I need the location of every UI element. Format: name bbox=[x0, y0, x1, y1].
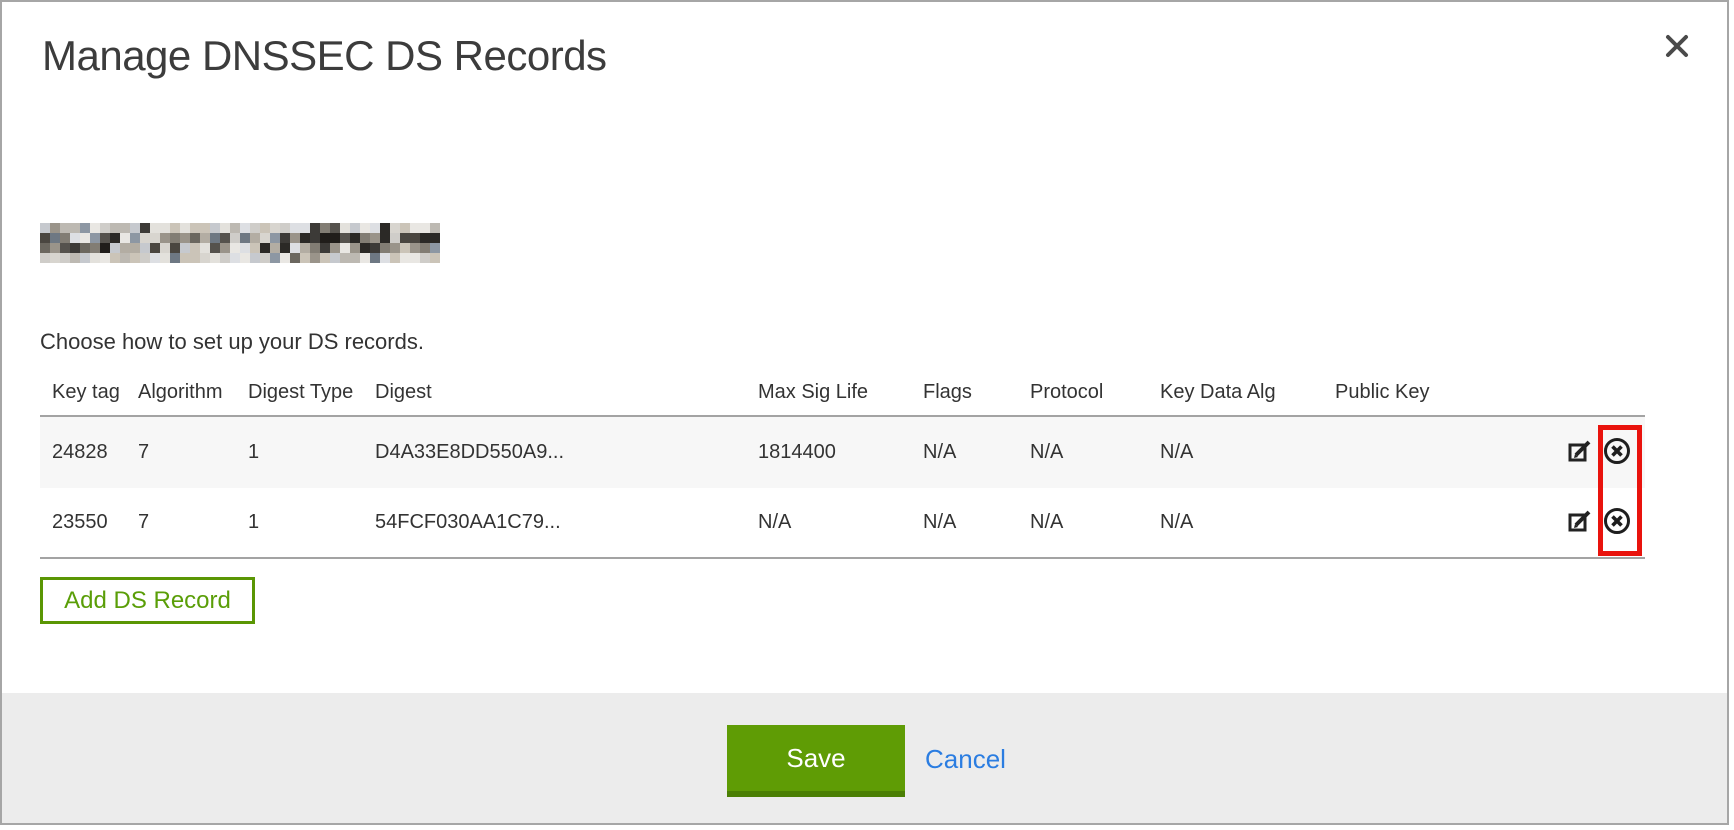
cell-max-sig-life: 1814400 bbox=[758, 441, 923, 464]
cell-protocol: N/A bbox=[1030, 511, 1160, 534]
delete-record-button[interactable] bbox=[1603, 439, 1631, 467]
cell-digest: 54FCF030AA1C79... bbox=[375, 511, 758, 534]
instructions-text: Choose how to set up your DS records. bbox=[40, 329, 424, 355]
column-header-protocol: Protocol bbox=[1030, 381, 1160, 404]
cell-key-data-alg: N/A bbox=[1160, 511, 1335, 534]
cell-max-sig-life: N/A bbox=[758, 511, 923, 534]
column-header-digest-type: Digest Type bbox=[248, 381, 375, 404]
redacted-domain-name bbox=[40, 223, 440, 264]
cell-key-data-alg: N/A bbox=[1160, 441, 1335, 464]
column-header-algorithm: Algorithm bbox=[138, 381, 248, 404]
column-header-key-data-alg: Key Data Alg bbox=[1160, 381, 1335, 404]
dnssec-dialog: Manage DNSSEC DS Records Choose how to s… bbox=[0, 0, 1729, 825]
cell-flags: N/A bbox=[923, 511, 1030, 534]
cell-protocol: N/A bbox=[1030, 441, 1160, 464]
cell-key-tag: 24828 bbox=[40, 441, 138, 464]
edit-icon bbox=[1568, 439, 1593, 467]
cancel-link[interactable]: Cancel bbox=[925, 744, 1006, 775]
column-header-key-tag: Key tag bbox=[40, 381, 138, 404]
delete-circle-x-icon bbox=[1603, 437, 1631, 468]
table-header-row: Key tag Algorithm Digest Type Digest Max… bbox=[40, 370, 1645, 417]
column-header-flags: Flags bbox=[923, 381, 1030, 404]
cell-digest: D4A33E8DD550A9... bbox=[375, 441, 758, 464]
cell-key-tag: 23550 bbox=[40, 511, 138, 534]
column-header-max-sig-life: Max Sig Life bbox=[758, 381, 923, 404]
page-title: Manage DNSSEC DS Records bbox=[42, 32, 607, 80]
close-icon bbox=[1662, 49, 1692, 64]
table-row: 23550 7 1 54FCF030AA1C79... N/A N/A N/A … bbox=[40, 488, 1645, 559]
cell-flags: N/A bbox=[923, 441, 1030, 464]
cell-algorithm: 7 bbox=[138, 441, 248, 464]
close-button[interactable] bbox=[1660, 30, 1694, 64]
delete-record-button[interactable] bbox=[1603, 509, 1631, 537]
cell-digest-type: 1 bbox=[248, 441, 375, 464]
dialog-footer: Save Cancel bbox=[2, 693, 1727, 823]
column-header-digest: Digest bbox=[375, 381, 758, 404]
ds-records-table: Key tag Algorithm Digest Type Digest Max… bbox=[40, 370, 1645, 559]
column-header-public-key: Public Key bbox=[1335, 381, 1550, 404]
edit-record-button[interactable] bbox=[1566, 439, 1594, 467]
delete-circle-x-icon bbox=[1603, 507, 1631, 538]
table-row: 24828 7 1 D4A33E8DD550A9... 1814400 N/A … bbox=[40, 417, 1645, 488]
edit-icon bbox=[1568, 509, 1593, 537]
cell-digest-type: 1 bbox=[248, 511, 375, 534]
edit-record-button[interactable] bbox=[1566, 509, 1594, 537]
save-button[interactable]: Save bbox=[727, 725, 905, 797]
cell-algorithm: 7 bbox=[138, 511, 248, 534]
add-ds-record-button[interactable]: Add DS Record bbox=[40, 577, 255, 624]
